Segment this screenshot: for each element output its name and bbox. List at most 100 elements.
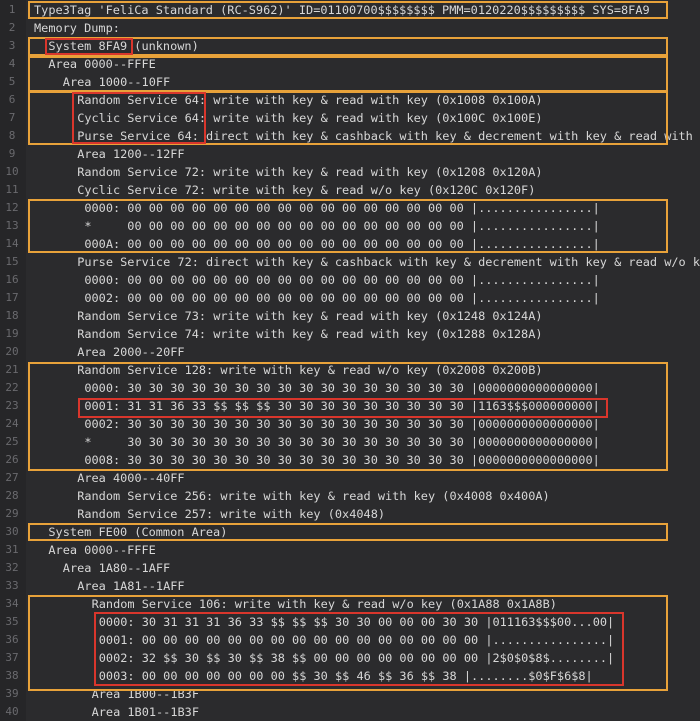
line-number: 2 bbox=[8, 21, 16, 34]
code-line[interactable]: 39 Area 1B00--1B3F bbox=[0, 685, 700, 703]
code-line[interactable]: 11 Cyclic Service 72: write with key & re… bbox=[0, 181, 700, 199]
line-number: 24 bbox=[5, 417, 19, 430]
text-editor[interactable]: 1 Type3Tag 'FeliCa Standard (RC-S962)' ID… bbox=[0, 0, 700, 721]
line-text: 0002: 32 $$ 30 $$ 30 $$ 38 $$ 00 00 00 0… bbox=[91, 651, 615, 665]
line-number: 9 bbox=[8, 147, 16, 160]
line-text: Purse Service 64: direct with key & cash… bbox=[77, 129, 693, 143]
line-number: 37 bbox=[5, 651, 19, 664]
line-text: Random Service 64: write with key & read… bbox=[77, 93, 543, 107]
code-line[interactable]: 27 Area 4000--40FF bbox=[0, 469, 700, 487]
code-line[interactable]: 23 0001: 31 31 36 33 $$ $$ $$ 30 30 30 3… bbox=[0, 397, 700, 415]
line-number: 3 bbox=[8, 39, 16, 52]
code-line[interactable]: 2 Memory Dump: bbox=[0, 19, 700, 37]
code-line[interactable]: 5 Area 1000--10FF bbox=[0, 73, 700, 91]
line-number: 40 bbox=[5, 705, 19, 718]
line-text: Cyclic Service 72: write with key & read… bbox=[77, 183, 536, 197]
line-number: 25 bbox=[5, 435, 19, 448]
line-number: 34 bbox=[5, 597, 19, 610]
line-number: 18 bbox=[5, 309, 19, 322]
code-line[interactable]: 14 000A: 00 00 00 00 00 00 00 00 00 00 0… bbox=[0, 235, 700, 253]
code-line[interactable]: 28 Random Service 256: write with key & r… bbox=[0, 487, 700, 505]
line-number: 8 bbox=[8, 129, 16, 142]
line-number: 35 bbox=[5, 615, 19, 628]
line-text: Cyclic Service 64: write with key & read… bbox=[77, 111, 543, 125]
line-number: 19 bbox=[5, 327, 19, 340]
code-line[interactable]: 8 Purse Service 64: direct with key & cas… bbox=[0, 127, 700, 145]
code-line[interactable]: 9 Area 1200--12FF bbox=[0, 145, 700, 163]
code-line[interactable]: 25 * 30 30 30 30 30 30 30 30 30 30 30 30… bbox=[0, 433, 700, 451]
line-text: Area 1B00--1B3F bbox=[91, 687, 199, 701]
line-number: 16 bbox=[5, 273, 19, 286]
line-text: Memory Dump: bbox=[34, 21, 120, 35]
code-line[interactable]: 18 Random Service 73: write with key & re… bbox=[0, 307, 700, 325]
line-text: 0001: 00 00 00 00 00 00 00 00 00 00 00 0… bbox=[91, 633, 615, 647]
line-text: Area 0000--FFFE bbox=[48, 543, 156, 557]
code-line[interactable]: 7 Cyclic Service 64: write with key & rea… bbox=[0, 109, 700, 127]
line-number: 22 bbox=[5, 381, 19, 394]
line-text: Area 1B01--1B3F bbox=[91, 705, 199, 719]
code-line[interactable]: 19 Random Service 74: write with key & re… bbox=[0, 325, 700, 343]
line-number: 26 bbox=[5, 453, 19, 466]
code-line[interactable]: 33 Area 1A81--1AFF bbox=[0, 577, 700, 595]
code-line[interactable]: 36 0001: 00 00 00 00 00 00 00 00 00 00 0… bbox=[0, 631, 700, 649]
line-number: 21 bbox=[5, 363, 19, 376]
code-line[interactable]: 13 * 00 00 00 00 00 00 00 00 00 00 00 00… bbox=[0, 217, 700, 235]
line-number: 11 bbox=[5, 183, 19, 196]
code-line[interactable]: 26 0008: 30 30 30 30 30 30 30 30 30 30 3… bbox=[0, 451, 700, 469]
line-number: 31 bbox=[5, 543, 19, 556]
line-number: 10 bbox=[5, 165, 19, 178]
code-line[interactable]: 31 Area 0000--FFFE bbox=[0, 541, 700, 559]
code-line[interactable]: 29 Random Service 257: write with key (0x… bbox=[0, 505, 700, 523]
line-text: System FE00 (Common Area) bbox=[48, 525, 228, 539]
line-number: 12 bbox=[5, 201, 19, 214]
line-text: 0000: 30 31 31 31 36 33 $$ $$ $$ 30 30 0… bbox=[91, 615, 615, 629]
line-number: 27 bbox=[5, 471, 19, 484]
line-text: Random Service 256: write with key & rea… bbox=[77, 489, 550, 503]
line-text: Type3Tag 'FeliCa Standard (RC-S962)' ID=… bbox=[34, 3, 650, 17]
code-line[interactable]: 10 Random Service 72: write with key & re… bbox=[0, 163, 700, 181]
line-text: Area 1A80--1AFF bbox=[62, 561, 171, 575]
code-line[interactable]: 37 0002: 32 $$ 30 $$ 30 $$ 38 $$ 00 00 0… bbox=[0, 649, 700, 667]
line-number: 17 bbox=[5, 291, 19, 304]
line-number: 33 bbox=[5, 579, 19, 592]
line-text: Area 1A81--1AFF bbox=[77, 579, 185, 593]
line-text: Random Service 128: write with key & rea… bbox=[77, 363, 543, 377]
line-text: Area 2000--20FF bbox=[77, 345, 185, 359]
code-line[interactable]: 16 0000: 00 00 00 00 00 00 00 00 00 00 0… bbox=[0, 271, 700, 289]
line-number: 7 bbox=[8, 111, 16, 124]
line-number: 30 bbox=[5, 525, 19, 538]
code-line[interactable]: 1 Type3Tag 'FeliCa Standard (RC-S962)' ID… bbox=[0, 1, 700, 19]
code-line[interactable]: 40 Area 1B01--1B3F bbox=[0, 703, 700, 721]
line-text: * 00 00 00 00 00 00 00 00 00 00 00 00 00… bbox=[77, 219, 600, 233]
line-number: 15 bbox=[5, 255, 19, 268]
code-line[interactable]: 12 0000: 00 00 00 00 00 00 00 00 00 00 0… bbox=[0, 199, 700, 217]
line-number: 1 bbox=[8, 3, 16, 16]
code-line[interactable]: 3 System 8FA9 (unknown) bbox=[0, 37, 700, 55]
code-line[interactable]: 34 Random Service 106: write with key & r… bbox=[0, 595, 700, 613]
line-number: 14 bbox=[5, 237, 19, 250]
code-line[interactable]: 15 Purse Service 72: direct with key & ca… bbox=[0, 253, 700, 271]
line-text: 0000: 00 00 00 00 00 00 00 00 00 00 00 0… bbox=[77, 273, 600, 287]
line-text: Purse Service 72: direct with key & cash… bbox=[77, 255, 700, 269]
line-number: 28 bbox=[5, 489, 19, 502]
code-line[interactable]: 17 0002: 00 00 00 00 00 00 00 00 00 00 0… bbox=[0, 289, 700, 307]
line-number: 32 bbox=[5, 561, 19, 574]
line-text: 0001: 31 31 36 33 $$ $$ $$ 30 30 30 30 3… bbox=[77, 399, 600, 413]
line-text: 0003: 00 00 00 00 00 00 00 $$ 30 $$ 46 $… bbox=[91, 669, 593, 683]
line-text: Area 4000--40FF bbox=[77, 471, 185, 485]
code-line[interactable]: 22 0000: 30 30 30 30 30 30 30 30 30 30 3… bbox=[0, 379, 700, 397]
code-line[interactable]: 4 Area 0000--FFFE bbox=[0, 55, 700, 73]
code-line[interactable]: 6 Random Service 64: write with key & rea… bbox=[0, 91, 700, 109]
line-text: Random Service 72: write with key & read… bbox=[77, 165, 543, 179]
code-line[interactable]: 38 0003: 00 00 00 00 00 00 00 $$ 30 $$ 4… bbox=[0, 667, 700, 685]
code-line[interactable]: 20 Area 2000--20FF bbox=[0, 343, 700, 361]
code-line[interactable]: 21 Random Service 128: write with key & r… bbox=[0, 361, 700, 379]
line-number: 6 bbox=[8, 93, 16, 106]
code-line[interactable]: 35 0000: 30 31 31 31 36 33 $$ $$ $$ 30 3… bbox=[0, 613, 700, 631]
line-number: 4 bbox=[8, 57, 16, 70]
line-text: System 8FA9 (unknown) bbox=[48, 39, 199, 53]
code-line[interactable]: 30 System FE00 (Common Area) bbox=[0, 523, 700, 541]
code-line[interactable]: 32 Area 1A80--1AFF bbox=[0, 559, 700, 577]
line-number: 13 bbox=[5, 219, 19, 232]
code-line[interactable]: 24 0002: 30 30 30 30 30 30 30 30 30 30 3… bbox=[0, 415, 700, 433]
